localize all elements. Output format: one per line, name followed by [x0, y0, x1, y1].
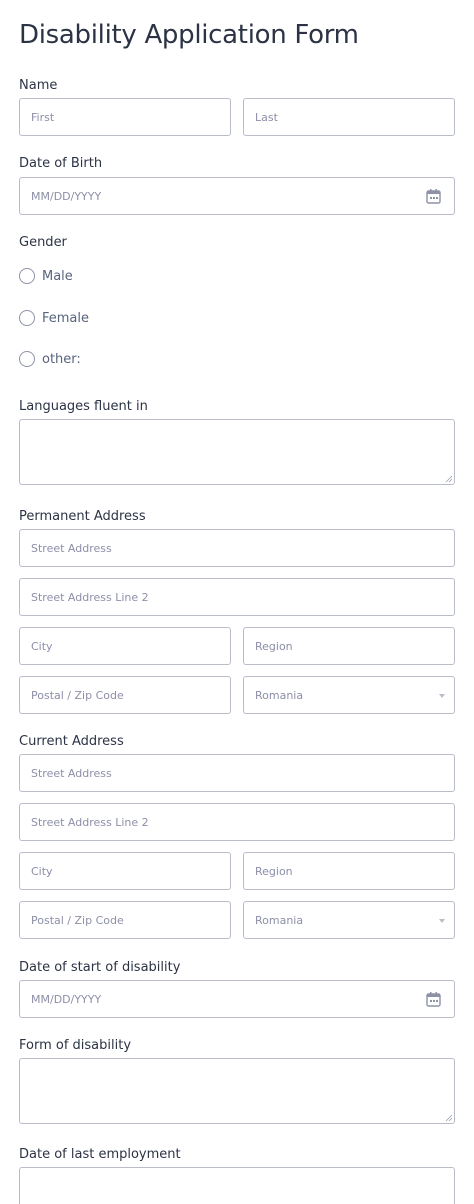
permanent-region-input[interactable]: Region [243, 627, 455, 665]
region-placeholder: Region [255, 864, 293, 878]
gender-option-male[interactable]: Male [19, 268, 73, 284]
radio-button[interactable] [19, 268, 35, 284]
page-title: Disability Application Form [19, 20, 359, 50]
permanent-postal-input[interactable]: Postal / Zip Code [19, 676, 231, 714]
radio-button[interactable] [19, 351, 35, 367]
dob-input[interactable]: MM/DD/YYYY [19, 177, 455, 215]
dob-label: Date of Birth [19, 156, 103, 171]
gender-option-label: Female [42, 310, 90, 326]
region-placeholder: Region [255, 639, 293, 653]
last-employment-label: Date of last employment [19, 1147, 181, 1162]
calendar-icon[interactable] [426, 991, 441, 1007]
disability-start-label: Date of start of disability [19, 960, 181, 975]
last-name-placeholder: Last [255, 110, 278, 124]
postal-placeholder: Postal / Zip Code [31, 913, 124, 927]
dob-placeholder: MM/DD/YYYY [31, 189, 102, 203]
last-name-input[interactable]: Last [243, 98, 455, 136]
street-placeholder: Street Address [31, 541, 112, 555]
street-placeholder: Street Address [31, 766, 112, 780]
street2-placeholder: Street Address Line 2 [31, 590, 149, 604]
country-value: Romania [255, 913, 304, 927]
current-region-input[interactable]: Region [243, 852, 455, 890]
street2-placeholder: Street Address Line 2 [31, 815, 149, 829]
disability-start-input[interactable]: MM/DD/YYYY [19, 980, 455, 1018]
city-placeholder: City [31, 639, 53, 653]
first-name-placeholder: First [31, 110, 55, 124]
gender-option-other[interactable]: other: [19, 351, 81, 367]
city-placeholder: City [31, 864, 53, 878]
radio-button[interactable] [19, 310, 35, 326]
country-value: Romania [255, 688, 304, 702]
chevron-down-icon [439, 919, 445, 923]
permanent-address-label: Permanent Address [19, 509, 146, 524]
permanent-country-select[interactable]: Romania [243, 676, 455, 714]
permanent-street-input[interactable]: Street Address [19, 529, 455, 567]
gender-option-label: other: [42, 351, 81, 367]
postal-placeholder: Postal / Zip Code [31, 688, 124, 702]
current-street2-input[interactable]: Street Address Line 2 [19, 803, 455, 841]
last-employment-input[interactable] [19, 1167, 455, 1204]
gender-option-female[interactable]: Female [19, 310, 89, 326]
permanent-street2-input[interactable]: Street Address Line 2 [19, 578, 455, 616]
chevron-down-icon [439, 694, 445, 698]
permanent-city-input[interactable]: City [19, 627, 231, 665]
first-name-input[interactable]: First [19, 98, 231, 136]
languages-textarea[interactable] [19, 419, 455, 485]
disability-start-placeholder: MM/DD/YYYY [31, 992, 102, 1006]
current-postal-input[interactable]: Postal / Zip Code [19, 901, 231, 939]
disability-form-label: Form of disability [19, 1038, 132, 1053]
current-street-input[interactable]: Street Address [19, 754, 455, 792]
gender-label: Gender [19, 235, 67, 250]
current-country-select[interactable]: Romania [243, 901, 455, 939]
current-address-label: Current Address [19, 734, 124, 749]
name-label: Name [19, 78, 58, 93]
current-city-input[interactable]: City [19, 852, 231, 890]
resize-grip-icon[interactable] [445, 1114, 453, 1122]
calendar-icon[interactable] [426, 188, 441, 204]
languages-label: Languages fluent in [19, 399, 148, 414]
disability-form-textarea[interactable] [19, 1058, 455, 1124]
resize-grip-icon[interactable] [445, 475, 453, 483]
gender-option-label: Male [42, 268, 73, 284]
